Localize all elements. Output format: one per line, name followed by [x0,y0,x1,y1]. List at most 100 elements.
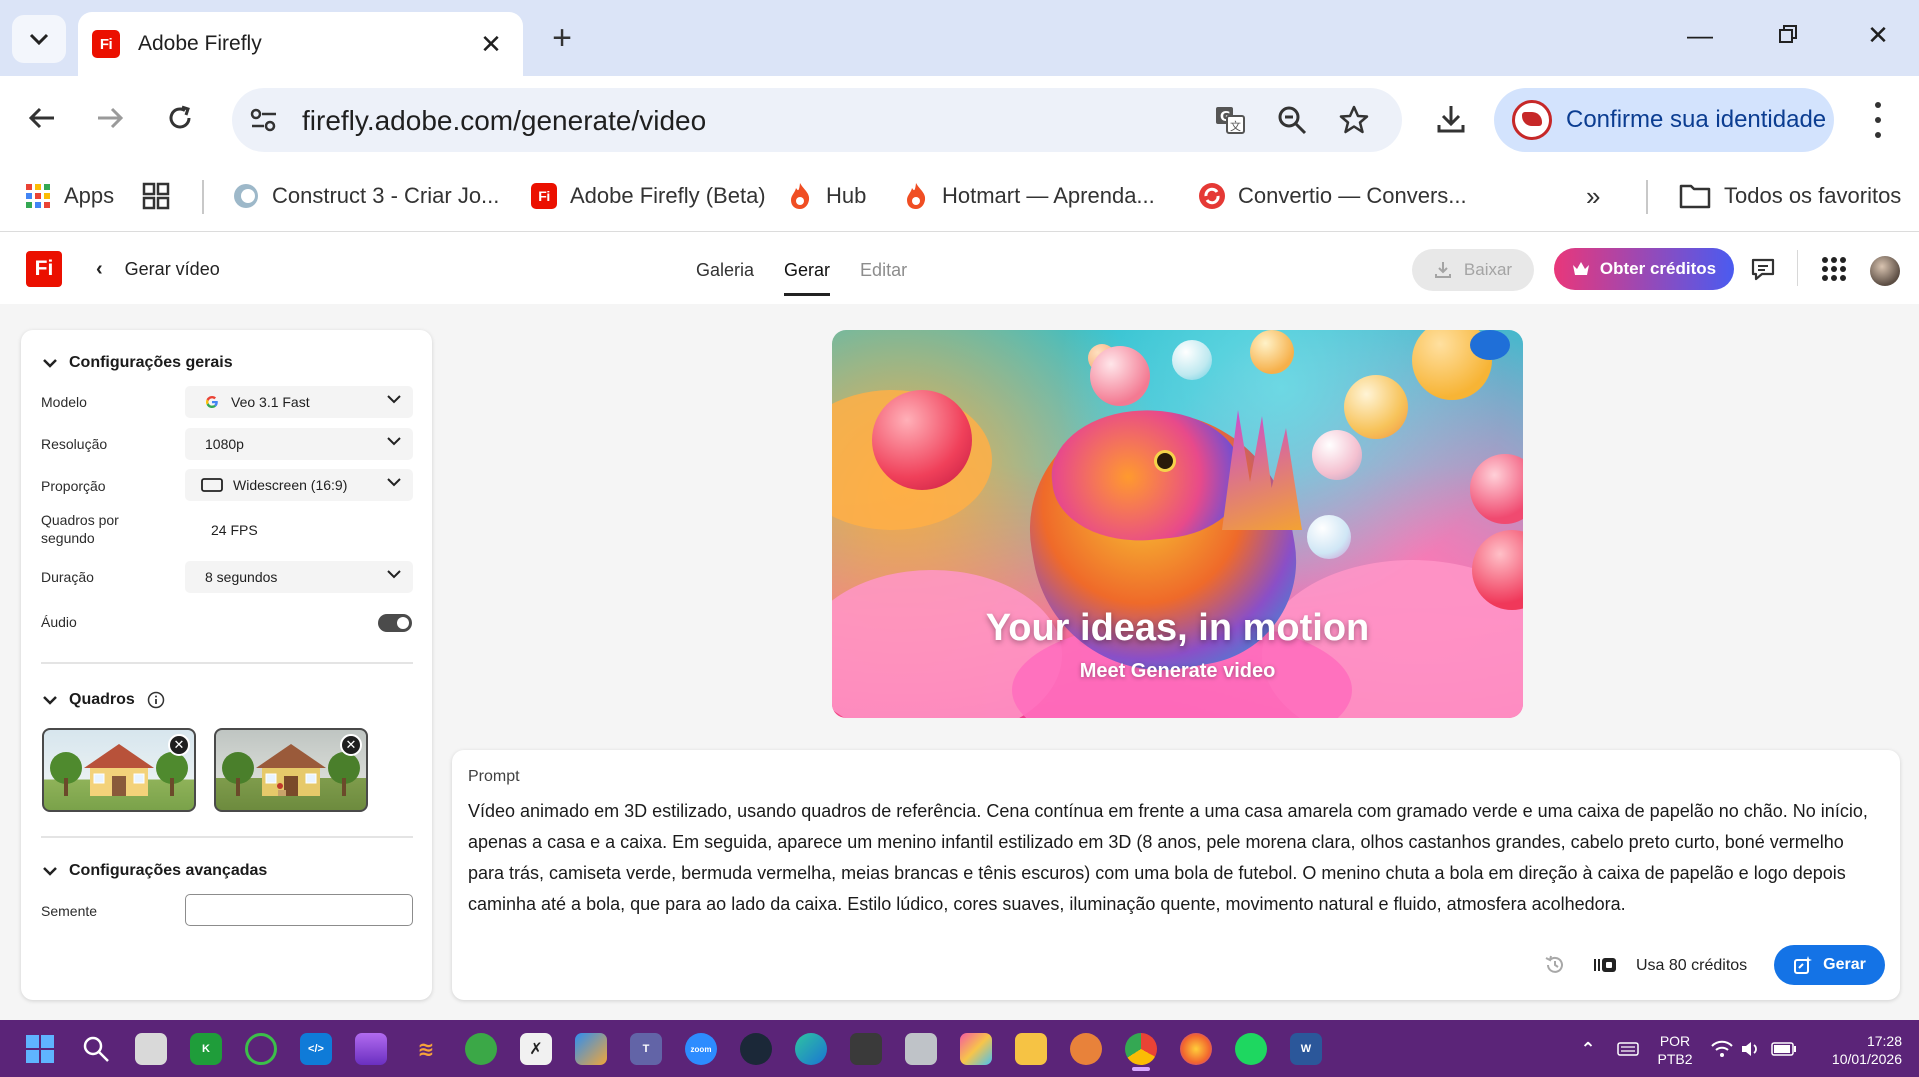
tab-gerar[interactable]: Gerar [784,260,831,296]
model-dropdown[interactable]: Veo 3.1 Fast [185,386,413,418]
stack-app-icon[interactable] [355,1033,387,1065]
vscode-icon[interactable]: </> [300,1033,332,1065]
site-settings-icon[interactable] [248,104,280,136]
audio-toggle[interactable] [378,614,412,632]
bookmarks-bar: Apps Construct 3 - Criar Jo... Fi Adobe … [0,162,1919,232]
input-language[interactable]: POR PTB2 [1656,1032,1694,1068]
general-settings-header[interactable]: Configurações gerais [43,354,233,372]
get-credits-label: Obter créditos [1599,259,1717,278]
get-credits-button[interactable]: Obter créditos [1554,248,1734,290]
restore-icon[interactable] [1768,20,1808,51]
bookmark-construct[interactable]: Construct 3 - Criar Jo... [232,176,499,216]
teams-icon[interactable]: T [630,1033,662,1065]
firefly-logo-icon: Fi [530,182,558,210]
tab-close-icon[interactable]: ✕ [471,29,511,60]
bookmark-hub[interactable]: Hub [786,176,866,216]
bookmark-label: Adobe Firefly (Beta) [570,183,766,208]
zoom-app-icon[interactable]: zoom [685,1033,717,1065]
kaspersky-icon[interactable]: K [190,1033,222,1065]
bookmark-star-icon[interactable] [1334,102,1374,138]
seed-input[interactable] [185,894,413,926]
resolution-dropdown[interactable]: 1080p [185,428,413,460]
section-title: Configurações avançadas [69,862,268,879]
remove-frame-icon[interactable]: ✕ [340,734,362,756]
back-arrow-icon[interactable] [20,96,64,140]
address-bar[interactable]: firefly.adobe.com/generate/video G文 [232,88,1402,152]
frame-thumbnail-start[interactable]: ✕ [42,728,196,812]
fps-label: Quadros por segundo [41,512,119,546]
device-app-icon[interactable] [850,1033,882,1065]
credits-icon [1592,953,1618,977]
windows-start-icon[interactable] [24,1033,56,1065]
feedback-chat-icon[interactable] [1746,252,1780,286]
history-icon[interactable] [1542,953,1568,977]
chrome-icon[interactable] [1125,1033,1157,1065]
identity-label: Confirme sua identidade [1566,106,1827,133]
file-explorer-icon[interactable] [1015,1033,1047,1065]
minimize-icon[interactable]: — [1680,20,1720,51]
all-bookmarks-folder[interactable]: Todos os favoritos [1678,176,1901,216]
download-button[interactable]: Baixar [1412,249,1534,291]
svg-text:文: 文 [1230,119,1241,133]
search-icon[interactable] [80,1033,112,1065]
aspect-ratio-dropdown[interactable]: Widescreen (16:9) [185,469,413,501]
photos-icon[interactable] [575,1033,607,1065]
duration-dropdown[interactable]: 8 segundos [185,561,413,593]
url-text[interactable]: firefly.adobe.com/generate/video [302,105,706,137]
remove-frame-icon[interactable]: ✕ [168,734,190,756]
tab-groups-button[interactable] [142,176,182,216]
bookmark-apps[interactable]: Apps [24,176,114,216]
game-app-icon[interactable] [1070,1033,1102,1065]
user-avatar[interactable] [1870,256,1900,286]
back-to-generate-video[interactable]: ‹ Gerar vídeo [96,258,220,281]
battery-icon[interactable] [1768,1033,1800,1065]
firefox-icon[interactable] [1180,1033,1212,1065]
profile-avatar-icon [1512,100,1552,140]
keyboard-icon[interactable] [1612,1033,1644,1065]
app-switcher-icon[interactable] [1817,252,1851,286]
bookmark-hotmart[interactable]: Hotmart — Aprenda... [902,176,1155,216]
identity-button[interactable]: Confirme sua identidade [1494,88,1834,152]
browser-tab-firefly[interactable]: Fi Adobe Firefly ✕ [78,12,523,76]
inkscape-icon[interactable]: ✗ [520,1033,552,1065]
bubble [1090,346,1150,406]
advanced-settings-header[interactable]: Configurações avançadas [43,862,267,880]
translate-icon[interactable]: G文 [1210,102,1250,138]
orange-app-icon[interactable]: ≋ [410,1033,442,1065]
zoom-icon[interactable] [1272,102,1312,138]
clock[interactable]: 17:28 10/01/2026 [1812,1032,1902,1068]
tab-search-button[interactable] [12,15,66,63]
refresh-app-icon[interactable] [245,1033,277,1065]
frame-thumbnail-end[interactable]: ✕ [214,728,368,812]
tab-title: Adobe Firefly [138,32,262,55]
edge-icon[interactable] [795,1033,827,1065]
firefly-app-logo[interactable]: Fi [26,251,62,287]
bookmark-convertio[interactable]: Convertio — Convers... [1198,176,1467,216]
forward-arrow-icon[interactable] [88,96,132,140]
tab-editar[interactable]: Editar [860,260,907,296]
new-tab-plus-icon[interactable]: + [544,18,580,58]
bookmark-firefly[interactable]: Fi Adobe Firefly (Beta) [530,176,766,216]
printer-app-icon[interactable] [905,1033,937,1065]
downloads-icon[interactable] [1428,96,1474,142]
generate-button[interactable]: Gerar [1774,945,1885,985]
browser-menu-icon[interactable] [1868,98,1888,142]
volume-icon[interactable] [1734,1033,1766,1065]
steam-icon[interactable] [740,1033,772,1065]
creative-cloud-icon[interactable] [960,1033,992,1065]
word-icon[interactable]: W [1290,1033,1322,1065]
spotify-icon[interactable] [1235,1033,1267,1065]
prompt-textarea[interactable]: Vídeo animado em 3D estilizado, usando q… [468,796,1880,920]
fps-value: 24 FPS [211,522,258,538]
chevron-down-icon [43,695,57,705]
reload-icon[interactable] [158,96,202,140]
android-icon[interactable] [465,1033,497,1065]
task-view-icon[interactable] [135,1033,167,1065]
frames-header[interactable]: Quadros [43,691,165,709]
tab-galeria[interactable]: Galeria [696,260,754,296]
more-bookmarks-icon[interactable]: » [1586,176,1600,216]
info-icon[interactable] [147,691,165,709]
bubble [1470,330,1510,360]
tray-chevron-up-icon[interactable]: ⌃ [1572,1033,1604,1065]
close-window-icon[interactable]: ✕ [1858,20,1898,51]
